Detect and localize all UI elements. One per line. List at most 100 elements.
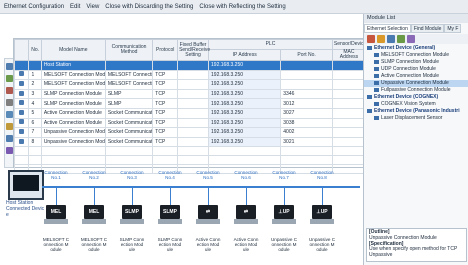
row-icon[interactable] xyxy=(13,107,30,119)
move-down-icon[interactable] xyxy=(6,75,13,82)
empty-cell[interactable] xyxy=(13,155,30,166)
favorite-icon[interactable] xyxy=(397,35,405,43)
tree-item[interactable]: MELSOFT Connection Module xyxy=(364,52,468,59)
device-module-icon[interactable]: ⇄ xyxy=(236,205,256,219)
row-model-name[interactable]: Host Station xyxy=(40,60,106,71)
row-mac-address[interactable] xyxy=(331,107,367,119)
tree-item[interactable]: Active Connection Module xyxy=(364,73,468,80)
row-ip-address[interactable]: 192.168.3.250 xyxy=(208,127,282,138)
empty-cell[interactable] xyxy=(280,146,333,157)
tree-category[interactable]: Ethernet Device (COGNEX) xyxy=(364,94,468,101)
row-comm-method[interactable]: SLMP xyxy=(104,98,154,109)
row-comm-method[interactable]: SLMP xyxy=(104,88,154,100)
empty-cell[interactable] xyxy=(40,146,106,157)
row-no[interactable]: 2 xyxy=(28,79,42,90)
row-mac-address[interactable] xyxy=(331,98,367,109)
table-row[interactable]: 4 SLMP Connection Module SLMP TCP 192.168.3.… xyxy=(13,98,367,109)
row-no[interactable] xyxy=(28,60,42,71)
empty-cell[interactable] xyxy=(331,164,367,175)
empty-cell[interactable] xyxy=(152,146,179,157)
table-row[interactable]: 5 Active Connection Module Socket Communic… xyxy=(13,107,367,119)
empty-row[interactable] xyxy=(13,146,367,157)
device-module-icon[interactable]: MEL xyxy=(84,205,104,219)
menu-view[interactable]: View xyxy=(86,4,99,10)
row-icon[interactable] xyxy=(13,60,30,71)
row-icon[interactable] xyxy=(13,98,30,109)
row-model-name[interactable]: MELSOFT Connection Module xyxy=(40,69,106,81)
row-model-name[interactable]: Active Connection Module xyxy=(40,117,106,129)
row-no[interactable]: 3 xyxy=(28,88,42,100)
menu-close-discard[interactable]: Close with Discarding the Setting xyxy=(105,4,193,10)
empty-cell[interactable] xyxy=(40,155,106,166)
copy-icon[interactable] xyxy=(6,99,13,106)
row-fixed-buffer[interactable] xyxy=(177,117,210,129)
row-mac-address[interactable] xyxy=(331,60,367,71)
tree-category[interactable]: Ethernet Device (Panasonic Industri xyxy=(364,108,468,115)
tree-category[interactable]: Ethernet Device (General) xyxy=(364,45,468,52)
row-fixed-buffer[interactable] xyxy=(177,107,210,119)
row-comm-method[interactable] xyxy=(104,60,154,71)
row-comm-method[interactable]: MELSOFT Connection xyxy=(104,69,154,81)
row-comm-method[interactable]: Socket Communication xyxy=(104,136,154,148)
empty-cell[interactable] xyxy=(280,155,333,166)
expand-icon[interactable] xyxy=(377,35,385,43)
row-protocol[interactable]: TCP xyxy=(152,98,179,109)
empty-cell[interactable] xyxy=(331,146,367,157)
row-protocol[interactable]: TCP xyxy=(152,79,179,90)
row-protocol[interactable]: TCP xyxy=(152,88,179,100)
row-port-no[interactable]: 3012 xyxy=(280,98,333,109)
row-ip-address[interactable]: 192.168.3.250 xyxy=(208,60,282,71)
row-model-name[interactable]: Unpassive Connection Module xyxy=(40,127,106,138)
host-station-pc[interactable] xyxy=(8,170,44,200)
row-mac-address[interactable] xyxy=(331,136,367,148)
table-row[interactable]: 2 MELSOFT Connection Module MELSOFT Connec… xyxy=(13,79,367,90)
row-model-name[interactable]: MELSOFT Connection Module xyxy=(40,79,106,90)
table-row[interactable]: 1 MELSOFT Connection Module MELSOFT Connec… xyxy=(13,69,367,81)
tree-item[interactable]: SLMP Connection Module xyxy=(364,59,468,66)
row-mac-address[interactable] xyxy=(331,117,367,129)
paste-icon[interactable] xyxy=(6,111,13,118)
row-icon[interactable] xyxy=(13,136,30,148)
row-model-name[interactable]: Unpassive Connection Module xyxy=(40,136,106,148)
tab-find-module[interactable]: Find Module xyxy=(410,24,445,33)
row-mac-address[interactable] xyxy=(331,79,367,90)
empty-cell[interactable] xyxy=(177,155,210,166)
row-comm-method[interactable]: MELSOFT Connection xyxy=(104,79,154,90)
empty-cell[interactable] xyxy=(208,146,282,157)
row-icon[interactable] xyxy=(13,117,30,129)
device-module-icon[interactable]: ⇄ xyxy=(198,205,218,219)
empty-cell[interactable] xyxy=(331,155,367,166)
row-port-no[interactable]: 3027 xyxy=(280,107,333,119)
row-protocol[interactable]: TCP xyxy=(152,69,179,81)
tree-item[interactable]: UDP Connection Module xyxy=(364,66,468,73)
device-module-icon[interactable]: SLMP xyxy=(160,205,180,219)
row-ip-address[interactable]: 192.168.3.250 xyxy=(208,69,282,81)
row-fixed-buffer[interactable] xyxy=(177,127,210,138)
tab-my-favorites[interactable]: My F xyxy=(444,24,462,33)
search-icon[interactable] xyxy=(387,35,395,43)
row-icon[interactable] xyxy=(13,79,30,90)
row-fixed-buffer[interactable] xyxy=(177,136,210,148)
row-ip-address[interactable]: 192.168.3.250 xyxy=(208,136,282,148)
row-icon[interactable] xyxy=(13,127,30,138)
settings-icon[interactable] xyxy=(6,147,13,154)
row-protocol[interactable]: TCP xyxy=(152,107,179,119)
row-model-name[interactable]: SLMP Connection Module xyxy=(40,98,106,109)
device-module-icon[interactable]: ⊥UP xyxy=(274,205,294,219)
row-no[interactable]: 6 xyxy=(28,117,42,129)
row-port-no[interactable]: 3346 xyxy=(280,88,333,100)
row-protocol[interactable]: TCP xyxy=(152,136,179,148)
empty-cell[interactable] xyxy=(13,146,30,157)
table-row[interactable]: Host Station 192.168.3.250 xyxy=(13,60,367,71)
move-up-icon[interactable] xyxy=(6,63,13,70)
row-mac-address[interactable] xyxy=(331,127,367,138)
row-protocol[interactable]: TCP xyxy=(152,127,179,138)
empty-cell[interactable] xyxy=(208,155,282,166)
row-port-no[interactable] xyxy=(280,60,333,71)
device-module-icon[interactable]: SLMP xyxy=(122,205,142,219)
row-icon[interactable] xyxy=(13,88,30,100)
row-no[interactable]: 1 xyxy=(28,69,42,81)
row-ip-address[interactable]: 192.168.3.250 xyxy=(208,98,282,109)
row-icon[interactable] xyxy=(13,69,30,81)
row-port-no[interactable]: 4002 xyxy=(280,127,333,138)
